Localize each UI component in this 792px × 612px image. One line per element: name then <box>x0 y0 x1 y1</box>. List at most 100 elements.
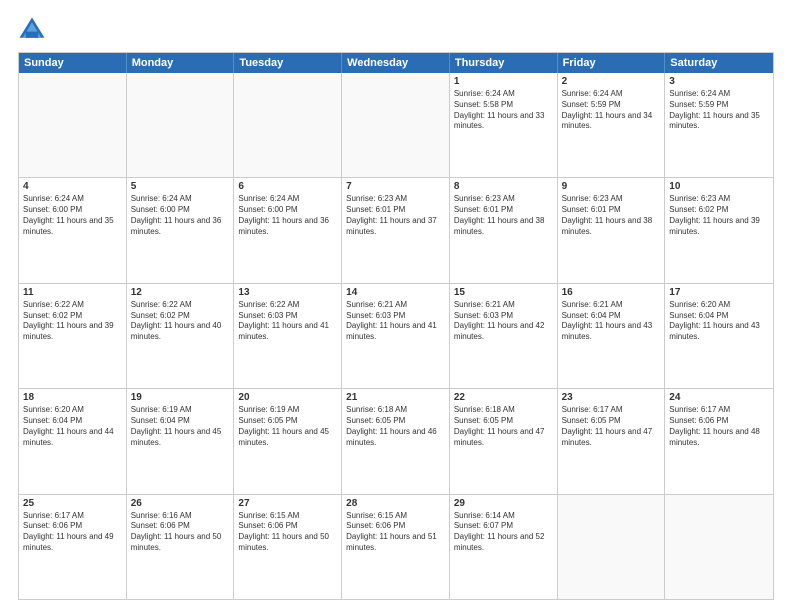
day-info: Sunrise: 6:19 AM Sunset: 6:04 PM Dayligh… <box>131 405 230 448</box>
day-info: Sunrise: 6:19 AM Sunset: 6:05 PM Dayligh… <box>238 405 337 448</box>
header <box>18 16 774 44</box>
calendar-cell: 25 Sunrise: 6:17 AM Sunset: 6:06 PM Dayli… <box>19 495 127 599</box>
calendar-cell: 10 Sunrise: 6:23 AM Sunset: 6:02 PM Dayli… <box>665 178 773 282</box>
day-number: 29 <box>454 498 553 509</box>
day-number: 17 <box>669 287 769 298</box>
day-number: 12 <box>131 287 230 298</box>
day-number: 3 <box>669 76 769 87</box>
day-number: 18 <box>23 392 122 403</box>
calendar-cell: 14 Sunrise: 6:21 AM Sunset: 6:03 PM Dayli… <box>342 284 450 388</box>
calendar-cell: 19 Sunrise: 6:19 AM Sunset: 6:04 PM Dayli… <box>127 389 235 493</box>
calendar-cell: 8Sunrise: 6:23 AM Sunset: 6:01 PM Daylig… <box>450 178 558 282</box>
day-info: Sunrise: 6:24 AM Sunset: 5:58 PM Dayligh… <box>454 89 553 132</box>
calendar-cell: 12 Sunrise: 6:22 AM Sunset: 6:02 PM Dayli… <box>127 284 235 388</box>
calendar-cell: 27 Sunrise: 6:15 AM Sunset: 6:06 PM Dayli… <box>234 495 342 599</box>
day-number: 6 <box>238 181 337 192</box>
day-number: 2 <box>562 76 661 87</box>
calendar-header-cell: Thursday <box>450 53 558 73</box>
day-info: Sunrise: 6:21 AM Sunset: 6:04 PM Dayligh… <box>562 300 661 343</box>
day-number: 15 <box>454 287 553 298</box>
day-info: Sunrise: 6:22 AM Sunset: 6:02 PM Dayligh… <box>131 300 230 343</box>
calendar-cell <box>19 73 127 177</box>
calendar-header-cell: Saturday <box>665 53 773 73</box>
calendar-cell: 13 Sunrise: 6:22 AM Sunset: 6:03 PM Dayli… <box>234 284 342 388</box>
calendar-cell: 24 Sunrise: 6:17 AM Sunset: 6:06 PM Dayli… <box>665 389 773 493</box>
calendar-cell: 1 Sunrise: 6:24 AM Sunset: 5:58 PM Daylig… <box>450 73 558 177</box>
calendar-week-row: 1 Sunrise: 6:24 AM Sunset: 5:58 PM Daylig… <box>19 73 773 177</box>
day-number: 9 <box>562 181 661 192</box>
day-info: Sunrise: 6:22 AM Sunset: 6:03 PM Dayligh… <box>238 300 337 343</box>
day-number: 19 <box>131 392 230 403</box>
calendar-cell: 23 Sunrise: 6:17 AM Sunset: 6:05 PM Dayli… <box>558 389 666 493</box>
day-number: 4 <box>23 181 122 192</box>
day-info: Sunrise: 6:15 AM Sunset: 6:06 PM Dayligh… <box>238 511 337 554</box>
calendar-week-row: 25 Sunrise: 6:17 AM Sunset: 6:06 PM Dayli… <box>19 494 773 599</box>
day-number: 10 <box>669 181 769 192</box>
day-info: Sunrise: 6:20 AM Sunset: 6:04 PM Dayligh… <box>23 405 122 448</box>
day-info: Sunrise: 6:24 AM Sunset: 5:59 PM Dayligh… <box>562 89 661 132</box>
calendar-body: 1 Sunrise: 6:24 AM Sunset: 5:58 PM Daylig… <box>19 73 773 599</box>
calendar-week-row: 4 Sunrise: 6:24 AM Sunset: 6:00 PM Daylig… <box>19 177 773 282</box>
day-info: Sunrise: 6:21 AM Sunset: 6:03 PM Dayligh… <box>346 300 445 343</box>
calendar-header-cell: Monday <box>127 53 235 73</box>
day-info: Sunrise: 6:24 AM Sunset: 5:59 PM Dayligh… <box>669 89 769 132</box>
day-number: 14 <box>346 287 445 298</box>
day-number: 26 <box>131 498 230 509</box>
logo <box>18 16 50 44</box>
day-number: 22 <box>454 392 553 403</box>
calendar-cell: 26 Sunrise: 6:16 AM Sunset: 6:06 PM Dayli… <box>127 495 235 599</box>
calendar-cell <box>234 73 342 177</box>
logo-icon <box>18 16 46 44</box>
calendar-cell: 21 Sunrise: 6:18 AM Sunset: 6:05 PM Dayli… <box>342 389 450 493</box>
calendar-cell <box>665 495 773 599</box>
calendar-header-cell: Friday <box>558 53 666 73</box>
day-info: Sunrise: 6:24 AM Sunset: 6:00 PM Dayligh… <box>238 194 337 237</box>
calendar-header-cell: Tuesday <box>234 53 342 73</box>
calendar-cell: 2 Sunrise: 6:24 AM Sunset: 5:59 PM Daylig… <box>558 73 666 177</box>
calendar-cell: 5Sunrise: 6:24 AM Sunset: 6:00 PM Daylig… <box>127 178 235 282</box>
day-info: Sunrise: 6:17 AM Sunset: 6:06 PM Dayligh… <box>669 405 769 448</box>
day-number: 24 <box>669 392 769 403</box>
day-info: Sunrise: 6:18 AM Sunset: 6:05 PM Dayligh… <box>454 405 553 448</box>
day-info: Sunrise: 6:23 AM Sunset: 6:01 PM Dayligh… <box>346 194 445 237</box>
day-info: Sunrise: 6:24 AM Sunset: 6:00 PM Dayligh… <box>23 194 122 237</box>
calendar-week-row: 11 Sunrise: 6:22 AM Sunset: 6:02 PM Dayli… <box>19 283 773 388</box>
calendar-cell: 16 Sunrise: 6:21 AM Sunset: 6:04 PM Dayli… <box>558 284 666 388</box>
day-info: Sunrise: 6:20 AM Sunset: 6:04 PM Dayligh… <box>669 300 769 343</box>
day-info: Sunrise: 6:17 AM Sunset: 6:06 PM Dayligh… <box>23 511 122 554</box>
calendar-cell: 7 Sunrise: 6:23 AM Sunset: 6:01 PM Daylig… <box>342 178 450 282</box>
day-number: 7 <box>346 181 445 192</box>
calendar-header-row: SundayMondayTuesdayWednesdayThursdayFrid… <box>19 53 773 73</box>
calendar-week-row: 18 Sunrise: 6:20 AM Sunset: 6:04 PM Dayli… <box>19 388 773 493</box>
calendar-cell: 18 Sunrise: 6:20 AM Sunset: 6:04 PM Dayli… <box>19 389 127 493</box>
calendar-cell: 11Sunrise: 6:22 AM Sunset: 6:02 PM Dayli… <box>19 284 127 388</box>
day-number: 27 <box>238 498 337 509</box>
day-number: 13 <box>238 287 337 298</box>
calendar-cell: 28Sunrise: 6:15 AM Sunset: 6:06 PM Dayli… <box>342 495 450 599</box>
calendar-cell: 3 Sunrise: 6:24 AM Sunset: 5:59 PM Daylig… <box>665 73 773 177</box>
day-info: Sunrise: 6:16 AM Sunset: 6:06 PM Dayligh… <box>131 511 230 554</box>
calendar: SundayMondayTuesdayWednesdayThursdayFrid… <box>18 52 774 600</box>
calendar-cell: 6 Sunrise: 6:24 AM Sunset: 6:00 PM Daylig… <box>234 178 342 282</box>
calendar-cell: 15Sunrise: 6:21 AM Sunset: 6:03 PM Dayli… <box>450 284 558 388</box>
day-number: 11 <box>23 287 122 298</box>
calendar-cell: 22 Sunrise: 6:18 AM Sunset: 6:05 PM Dayli… <box>450 389 558 493</box>
day-number: 8 <box>454 181 553 192</box>
day-number: 21 <box>346 392 445 403</box>
day-number: 25 <box>23 498 122 509</box>
calendar-cell <box>342 73 450 177</box>
day-info: Sunrise: 6:23 AM Sunset: 6:02 PM Dayligh… <box>669 194 769 237</box>
page: SundayMondayTuesdayWednesdayThursdayFrid… <box>0 0 792 612</box>
calendar-cell: 20 Sunrise: 6:19 AM Sunset: 6:05 PM Dayli… <box>234 389 342 493</box>
day-number: 23 <box>562 392 661 403</box>
calendar-header-cell: Sunday <box>19 53 127 73</box>
day-info: Sunrise: 6:17 AM Sunset: 6:05 PM Dayligh… <box>562 405 661 448</box>
day-info: Sunrise: 6:18 AM Sunset: 6:05 PM Dayligh… <box>346 405 445 448</box>
day-number: 1 <box>454 76 553 87</box>
calendar-cell: 17 Sunrise: 6:20 AM Sunset: 6:04 PM Dayli… <box>665 284 773 388</box>
calendar-header-cell: Wednesday <box>342 53 450 73</box>
day-number: 20 <box>238 392 337 403</box>
day-number: 16 <box>562 287 661 298</box>
calendar-cell: 29Sunrise: 6:14 AM Sunset: 6:07 PM Dayli… <box>450 495 558 599</box>
calendar-cell <box>127 73 235 177</box>
